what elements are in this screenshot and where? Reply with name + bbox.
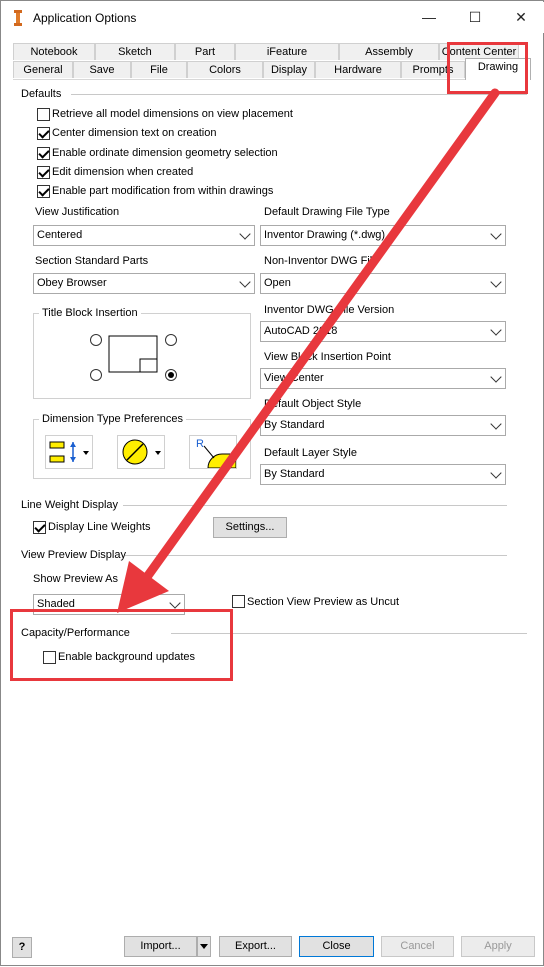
application-options-window: Application Options — ☐ ✕ Notebook Sketc… bbox=[0, 0, 544, 966]
annotation-arrow bbox=[117, 88, 500, 613]
